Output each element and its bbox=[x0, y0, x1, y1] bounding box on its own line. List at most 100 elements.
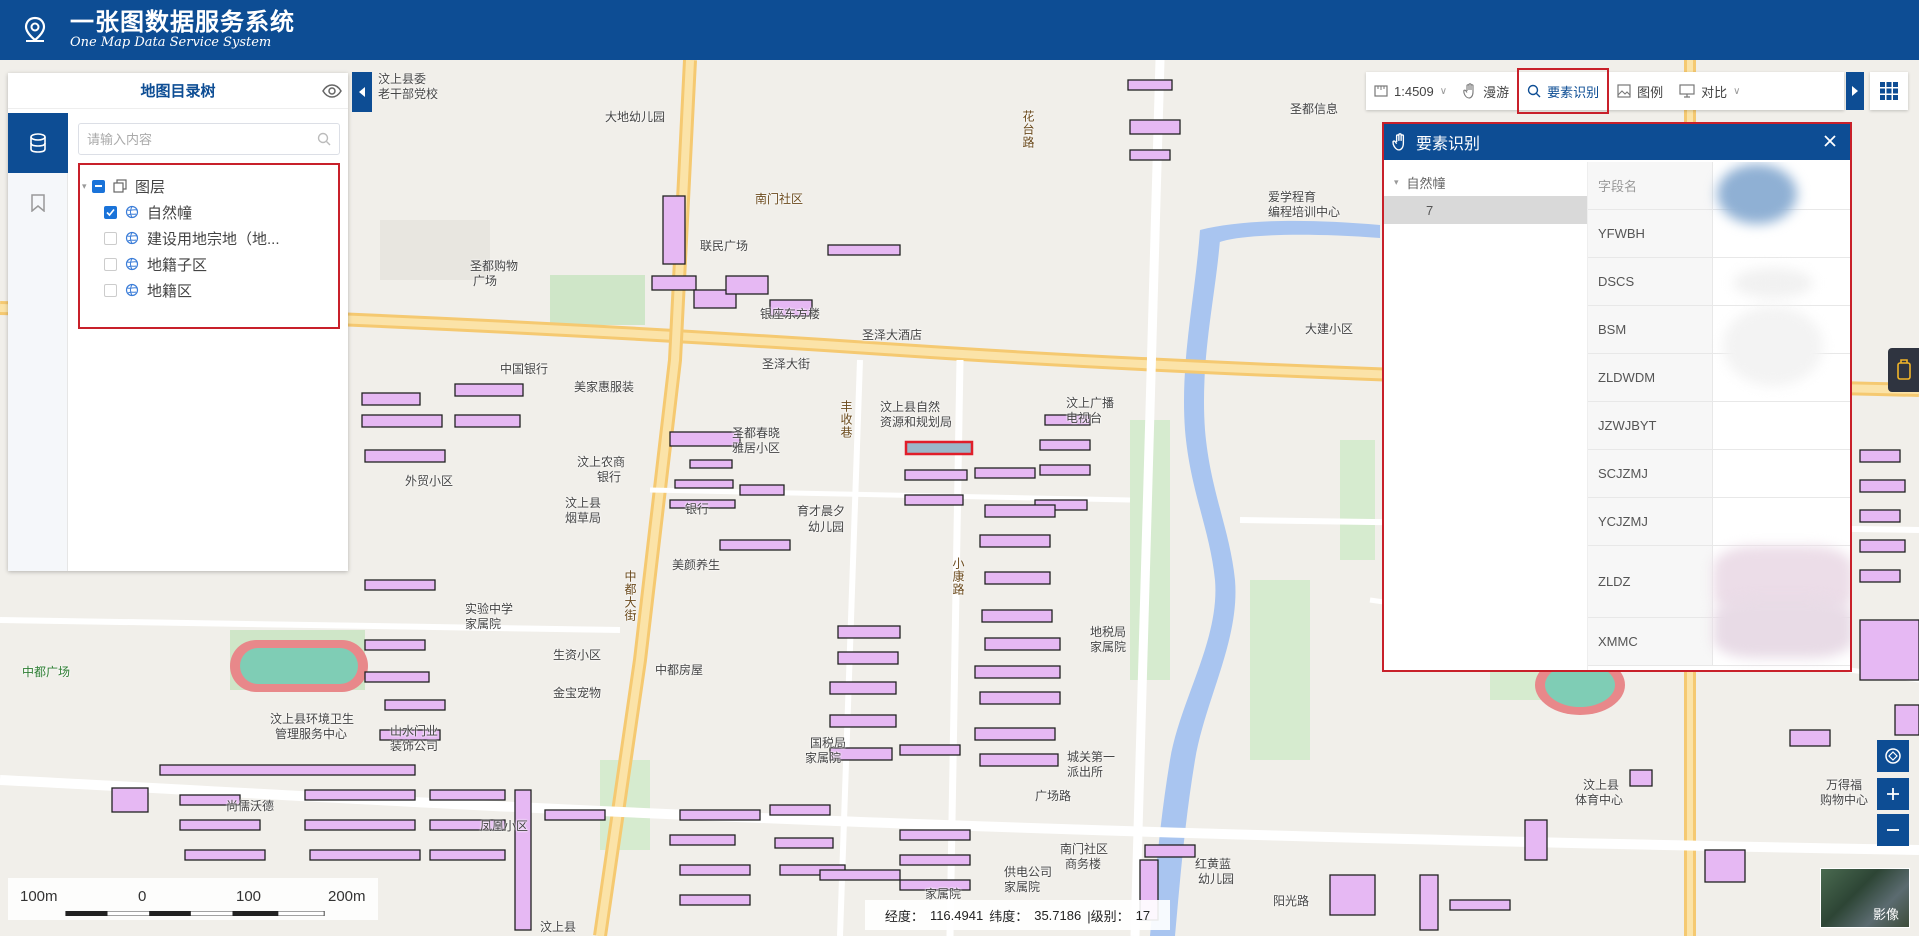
identify-label: 要素识别 bbox=[1547, 84, 1600, 100]
map-label: 中都大街 bbox=[623, 570, 637, 622]
globe-icon bbox=[125, 231, 139, 245]
field-name: JZWJBYT bbox=[1588, 402, 1713, 449]
tool-icon bbox=[1896, 359, 1911, 380]
field-name: XMMC bbox=[1588, 618, 1713, 665]
layer-checkbox[interactable] bbox=[104, 257, 117, 271]
tree-node-root[interactable]: ▾ 图层 bbox=[82, 173, 332, 199]
compare-button[interactable]: 对比 ∨ bbox=[1671, 72, 1748, 110]
map-label: 小康路 bbox=[951, 557, 965, 596]
map-label: 中都房屋 bbox=[655, 663, 704, 677]
longitude-label: 经度： bbox=[884, 908, 924, 924]
latitude-value: 35.7186 bbox=[1034, 907, 1082, 923]
scale-label: 200m bbox=[328, 888, 366, 905]
tree-root-label: 图层 bbox=[135, 178, 166, 196]
tree-node-layer[interactable]: 地籍子区 bbox=[86, 251, 332, 277]
field-name: YCJZMJ bbox=[1588, 498, 1713, 545]
feature-layer-node[interactable]: ▾ 自然幢 bbox=[1384, 168, 1587, 196]
layer-checkbox[interactable] bbox=[104, 231, 117, 245]
tab-bookmarks[interactable] bbox=[8, 173, 68, 233]
map-label: 家属院 bbox=[805, 751, 842, 765]
app-title: 一张图数据服务系统 bbox=[70, 9, 295, 36]
map-label: 电视台 bbox=[1066, 411, 1103, 425]
close-icon[interactable] bbox=[1822, 133, 1838, 149]
map-label: 装饰公司 bbox=[390, 739, 439, 753]
layer-label: 地籍子区 bbox=[147, 256, 208, 274]
side-dock-button[interactable] bbox=[1888, 348, 1919, 392]
feature-layer-label: 自然幢 bbox=[1406, 175, 1446, 191]
tree-node-layer[interactable]: 自然幢 bbox=[86, 199, 332, 225]
search-icon[interactable] bbox=[317, 132, 331, 146]
catalog-panel-body: ▾ 图层 自然幢 bbox=[68, 113, 348, 571]
zoom-out-button[interactable] bbox=[1877, 814, 1909, 846]
map-label: 雅居小区 bbox=[732, 441, 781, 455]
toolbar-toggle-button[interactable] bbox=[1846, 72, 1864, 110]
map-label: 家属院 bbox=[1004, 880, 1041, 894]
map-label: 南门社区 bbox=[755, 192, 804, 206]
monitor-icon bbox=[1679, 84, 1695, 98]
map-label: 银行 bbox=[685, 502, 710, 516]
map-label: 美家惠服装 bbox=[574, 380, 635, 394]
attribute-value bbox=[1713, 498, 1850, 545]
map-label: 花台路 bbox=[1021, 110, 1035, 149]
identify-panel-title: 要素识别 bbox=[1416, 136, 1481, 153]
ruler-icon bbox=[1374, 85, 1388, 97]
attribute-value bbox=[1713, 402, 1850, 449]
feature-item-node[interactable]: 7 bbox=[1384, 196, 1587, 224]
layer-checkbox[interactable] bbox=[104, 283, 117, 297]
map-label: 圣泽大街 bbox=[762, 357, 811, 371]
basemap-switch[interactable]: 影像 bbox=[1820, 868, 1910, 928]
layer-checkbox-checked[interactable] bbox=[104, 205, 117, 219]
map-label: 大建小区 bbox=[1305, 322, 1354, 336]
map-label: 中都广场 bbox=[22, 665, 71, 679]
attribute-value bbox=[1713, 306, 1850, 386]
map-label: 幼儿园 bbox=[808, 520, 845, 534]
database-icon bbox=[30, 133, 46, 153]
attribute-value bbox=[1713, 354, 1850, 401]
map-toolbar: 1:4509 ∨ 漫游 要素识别 图例 对比 ∨ bbox=[1366, 68, 1844, 114]
tree-node-layer[interactable]: 地籍区 bbox=[86, 277, 332, 303]
attribute-table: 字段名 YFWBH DSCS BSM ZLDWDM JZWJBYT SCJZMJ bbox=[1588, 162, 1850, 670]
collapse-panel-button[interactable] bbox=[352, 72, 372, 112]
table-row: BSM bbox=[1588, 306, 1850, 386]
globe-icon bbox=[125, 257, 139, 271]
indeterminate-mark bbox=[95, 185, 102, 187]
map-label: 家属院 bbox=[465, 617, 502, 631]
map-label: 联民广场 bbox=[700, 239, 749, 253]
scale-selector[interactable]: 1:4509 ∨ bbox=[1366, 72, 1455, 110]
bookmark-icon bbox=[31, 194, 45, 212]
reset-view-button[interactable] bbox=[1877, 740, 1909, 772]
redacted-value bbox=[1713, 598, 1850, 658]
field-name-header: 字段名 bbox=[1588, 162, 1713, 209]
map-label: 购物中心 bbox=[1820, 793, 1869, 807]
table-row: YCJZMJ bbox=[1588, 498, 1850, 546]
eye-icon[interactable] bbox=[322, 83, 342, 99]
level-value: 17 bbox=[1135, 907, 1151, 923]
scale-label: 0 bbox=[138, 888, 147, 905]
app-grid-button[interactable] bbox=[1870, 72, 1908, 110]
caret-down-icon[interactable]: ▾ bbox=[82, 181, 92, 192]
tree-root-checkbox[interactable] bbox=[92, 179, 105, 193]
map-label: 阳光路 bbox=[1273, 894, 1310, 908]
identify-button[interactable]: 要素识别 bbox=[1517, 68, 1610, 114]
table-row: JZWJBYT bbox=[1588, 402, 1850, 450]
map-label: 广场 bbox=[473, 274, 498, 288]
layers-icon bbox=[113, 179, 127, 193]
check-icon bbox=[106, 208, 115, 216]
field-name: DSCS bbox=[1588, 258, 1713, 305]
catalog-search-input[interactable] bbox=[87, 131, 317, 147]
map-label: 派出所 bbox=[1067, 765, 1104, 779]
map-label: 大地幼儿园 bbox=[605, 110, 666, 124]
map-label: 体育中心 bbox=[1575, 793, 1624, 807]
grid-icon bbox=[1880, 82, 1898, 100]
zoom-in-button[interactable] bbox=[1877, 778, 1909, 810]
tree-node-layer[interactable]: 建设用地宗地（地... bbox=[86, 225, 332, 251]
redacted-value bbox=[1733, 268, 1813, 298]
scale-bar: 100m 0 100 200m bbox=[8, 878, 378, 920]
map-catalog-panel: 地图目录树 ▾ bbox=[8, 73, 348, 571]
attribute-value bbox=[1713, 210, 1850, 257]
tab-layers[interactable] bbox=[8, 113, 68, 173]
legend-button[interactable]: 图例 bbox=[1609, 72, 1671, 110]
map-label: 商务楼 bbox=[1065, 857, 1102, 871]
roam-button[interactable]: 漫游 bbox=[1455, 72, 1517, 110]
globe-icon bbox=[125, 283, 139, 297]
